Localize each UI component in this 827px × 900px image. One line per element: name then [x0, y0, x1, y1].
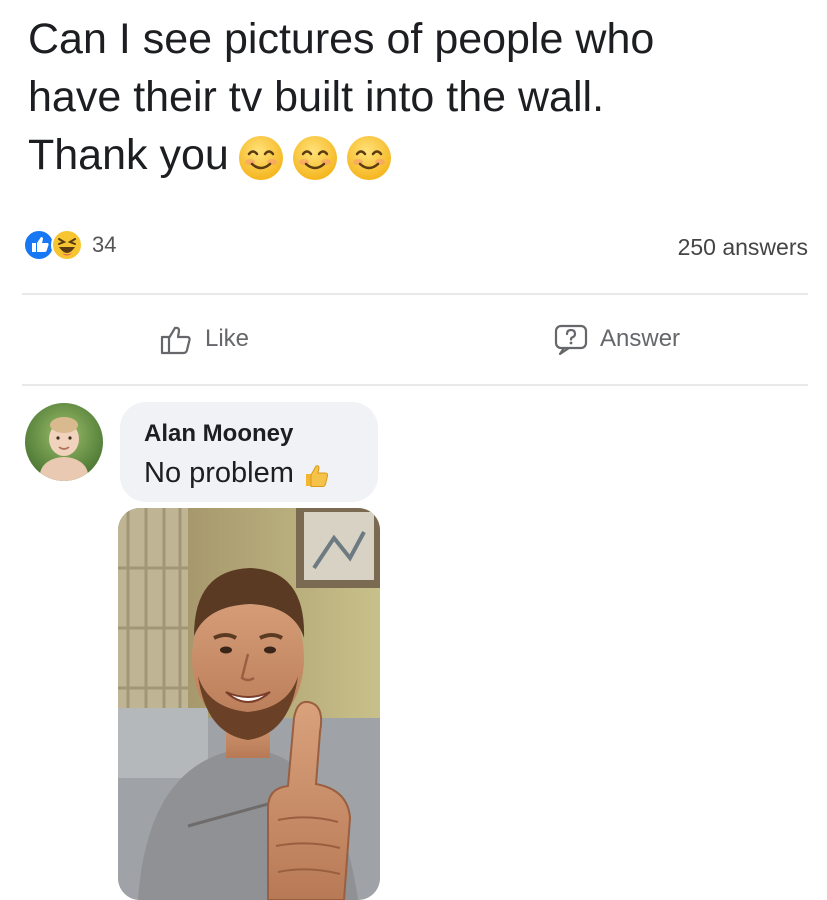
question-line-2: have their tv built into the wall.: [28, 73, 605, 121]
answer-label: Answer: [600, 325, 681, 352]
question-bubble-icon: [554, 324, 588, 356]
like-button[interactable]: Like: [157, 320, 249, 358]
reactions-summary[interactable]: 34: [22, 228, 116, 262]
comment-text: No problem: [144, 457, 332, 490]
comment-author[interactable]: Alan Mooney: [144, 420, 293, 448]
divider: [22, 384, 808, 386]
man-thumbs-up-photo: [118, 508, 380, 900]
thumbs-up-icon: [305, 464, 328, 487]
question-line-3: Thank you: [28, 126, 788, 184]
question-line-1: Can I see pictures of people who: [28, 15, 655, 63]
avatar-photo: [25, 403, 103, 481]
question-post: Can I see pictures of people who have th…: [0, 0, 827, 900]
reaction-count: 34: [92, 232, 117, 257]
comment-photo[interactable]: [118, 508, 380, 900]
answer-button[interactable]: Answer: [552, 320, 680, 358]
comment-text-value: No problem: [144, 457, 294, 489]
emoji-row: [237, 134, 393, 182]
haha-reaction-icon: [51, 229, 83, 261]
smiling-face-icon: [346, 135, 391, 180]
comment-bubble: Alan Mooney No problem: [120, 402, 378, 502]
thumbs-up-outline-icon: [160, 326, 191, 355]
question-line-3-text: Thank you: [28, 131, 229, 179]
answers-count[interactable]: 250 answers: [678, 234, 808, 261]
avatar[interactable]: [25, 403, 103, 481]
question-text: Can I see pictures of people who have th…: [28, 10, 788, 184]
divider: [22, 293, 808, 295]
smiling-face-icon: [292, 135, 337, 180]
reaction-stats: 34 250 answers: [22, 228, 808, 268]
action-bar: Like Answer: [22, 310, 808, 370]
like-label: Like: [205, 325, 250, 352]
smiling-face-icon: [238, 135, 283, 180]
